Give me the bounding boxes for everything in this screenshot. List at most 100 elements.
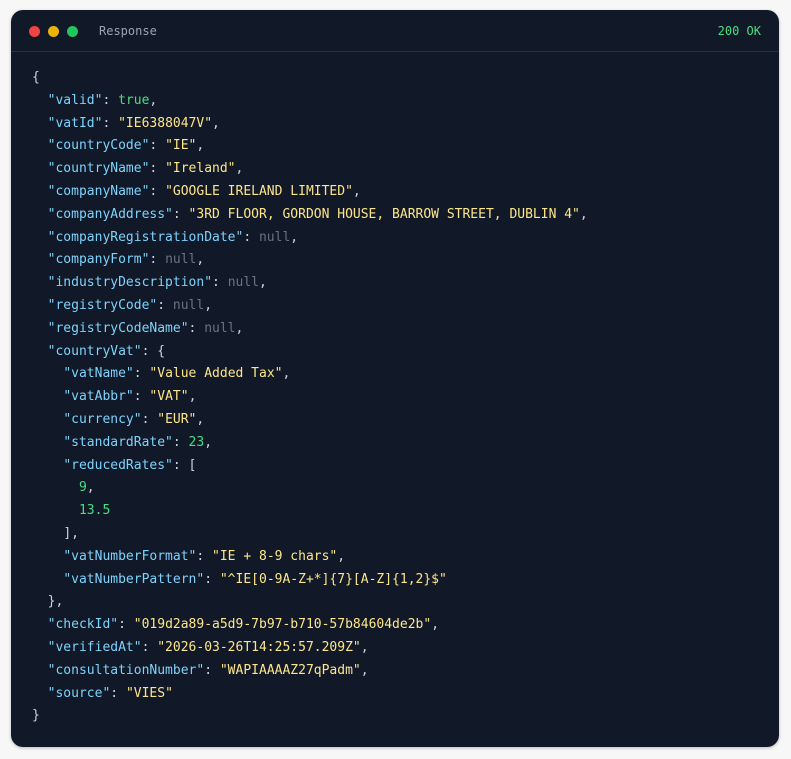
code-line: 9, (32, 477, 588, 500)
json-punctuation: : (204, 662, 220, 678)
code-line: "industryDescription": null, (32, 272, 588, 295)
code-line: { (32, 67, 588, 90)
json-body: { "valid": true, "vatId": "IE6388047V", … (32, 67, 588, 728)
json-punctuation: , (235, 161, 244, 177)
json-key: "registryCode" (47, 297, 158, 313)
json-punctuation: , (282, 366, 291, 382)
json-key: "vatName" (63, 366, 134, 382)
json-key: "standardRate" (63, 434, 173, 450)
json-string: "019d2a89-a5d9-7b97-b710-57b84604de2b" (133, 617, 432, 633)
json-key: "countryName" (47, 161, 150, 177)
json-punctuation: : [ (172, 457, 197, 473)
json-key: "registryCodeName" (47, 320, 189, 336)
json-key: "countryVat" (47, 343, 142, 359)
json-number: 9 (78, 480, 87, 496)
json-punctuation: : { (141, 343, 166, 359)
json-punctuation: , (360, 639, 369, 655)
json-number: 23 (188, 434, 205, 450)
json-punctuation: , (579, 206, 588, 222)
json-punctuation: }, (47, 594, 64, 610)
json-punctuation: : (204, 571, 220, 587)
json-punctuation: : (212, 275, 228, 291)
json-boolean: true (118, 92, 150, 108)
json-punctuation: , (337, 548, 346, 564)
maximize-dot-icon (67, 26, 78, 37)
json-string: "WAPIAAAAZ27qPadm" (219, 662, 361, 678)
json-punctuation: : (149, 161, 166, 177)
json-string: "IE" (165, 138, 197, 154)
json-punctuation: , (196, 252, 205, 268)
json-punctuation: : (188, 320, 205, 336)
json-key: "vatNumberFormat" (63, 548, 197, 564)
json-punctuation: , (431, 617, 440, 633)
response-header: Response 200 OK (11, 10, 779, 52)
json-string: "^IE[0-9A-Z+*]{7}[A-Z]{1,2}$" (219, 571, 447, 587)
json-punctuation: : (133, 389, 150, 405)
json-punctuation: , (235, 320, 244, 336)
json-punctuation: : (243, 229, 259, 245)
code-line: "vatNumberFormat": "IE + 8-9 chars", (32, 546, 588, 569)
code-line: "verifiedAt": "2026-03-26T14:25:57.209Z"… (32, 637, 588, 660)
code-line: "source": "VIES" (32, 683, 588, 706)
panel-title: Response (99, 24, 157, 38)
status-badge: 200 OK (717, 24, 761, 38)
code-line: "registryCode": null, (32, 295, 588, 318)
code-line: } (32, 705, 588, 728)
json-punctuation: , (352, 183, 361, 199)
json-key: "companyForm" (47, 252, 150, 268)
json-number: 13.5 (78, 503, 111, 519)
json-punctuation: } (32, 708, 40, 724)
json-string: "Ireland" (165, 161, 236, 177)
json-punctuation: : (172, 434, 189, 450)
json-punctuation: : (157, 297, 173, 313)
json-string: "3RD FLOOR, GORDON HOUSE, BARROW STREET,… (188, 206, 580, 222)
code-line: "currency": "EUR", (32, 409, 588, 432)
json-punctuation: , (290, 229, 299, 245)
code-line: "standardRate": 23, (32, 432, 588, 455)
json-key: "verifiedAt" (47, 639, 142, 655)
json-punctuation: { (32, 70, 40, 85)
code-line: "vatId": "IE6388047V", (32, 113, 588, 136)
code-line: "reducedRates": [ (32, 455, 588, 478)
code-line: "companyAddress": "3RD FLOOR, GORDON HOU… (32, 204, 588, 227)
code-line: "vatNumberPattern": "^IE[0-9A-Z+*]{7}[A-… (32, 569, 588, 592)
code-line: 13.5 (32, 500, 588, 523)
json-punctuation: , (149, 92, 158, 108)
json-punctuation: ], (63, 525, 79, 541)
json-key: "companyRegistrationDate" (47, 229, 244, 245)
json-punctuation: , (188, 389, 197, 405)
close-dot-icon (29, 26, 40, 37)
json-key: "consultationNumber" (47, 662, 205, 678)
json-key: "companyAddress" (47, 206, 173, 222)
code-line: ], (32, 523, 588, 546)
json-key: "source" (47, 685, 111, 701)
json-punctuation: , (204, 434, 213, 450)
json-null: null (227, 275, 259, 291)
minimize-dot-icon (48, 26, 59, 37)
code-line: "registryCodeName": null, (32, 318, 588, 341)
response-panel: Response 200 OK { "valid": true, "vatId"… (11, 10, 779, 747)
code-line: "valid": true, (32, 90, 588, 113)
json-punctuation: : (196, 548, 213, 564)
json-string: "IE6388047V" (118, 115, 213, 131)
json-string: "VIES" (125, 685, 173, 701)
json-key: "vatAbbr" (63, 389, 134, 405)
code-line: "companyName": "GOOGLE IRELAND LIMITED", (32, 181, 588, 204)
json-key: "currency" (63, 411, 142, 427)
json-string: "Value Added Tax" (149, 366, 283, 382)
json-punctuation: : (141, 639, 158, 655)
json-key: "valid" (47, 92, 103, 108)
code-line: "consultationNumber": "WAPIAAAAZ27qPadm"… (32, 660, 588, 683)
json-punctuation: : (102, 115, 119, 131)
json-punctuation: , (259, 275, 267, 291)
json-punctuation: : (149, 252, 166, 268)
json-punctuation: : (149, 183, 166, 199)
code-line: "checkId": "019d2a89-a5d9-7b97-b710-57b8… (32, 614, 588, 637)
code-line: "countryName": "Ireland", (32, 158, 588, 181)
json-punctuation: , (86, 480, 95, 496)
code-line: "vatName": "Value Added Tax", (32, 363, 588, 386)
json-string: "2026-03-26T14:25:57.209Z" (157, 639, 361, 655)
json-null: null (204, 320, 236, 336)
json-punctuation: : (102, 92, 119, 108)
json-punctuation: , (204, 297, 213, 313)
